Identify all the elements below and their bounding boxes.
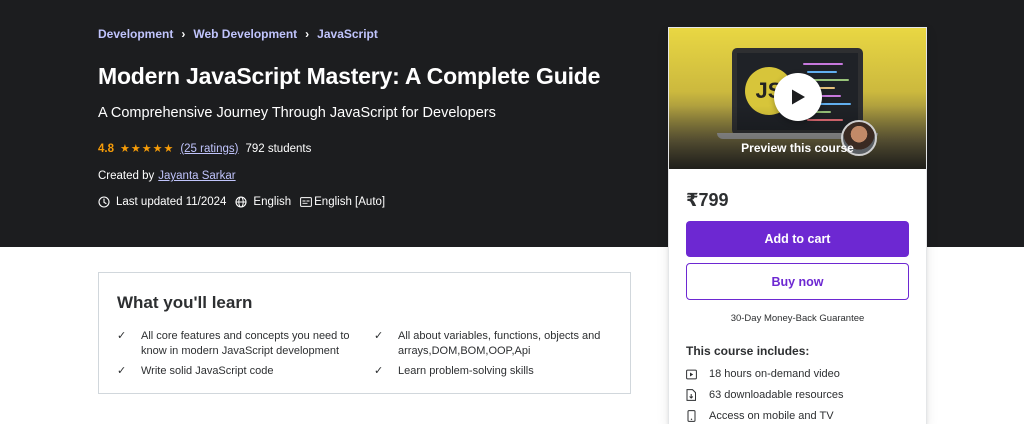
money-back-guarantee: 30-Day Money-Back Guarantee — [730, 313, 865, 324]
purchase-sidebar: JS Preview this course ₹799 Add to cart … — [668, 27, 927, 424]
include-item-mobile: Access on mobile and TV — [686, 410, 834, 422]
breadcrumb-development[interactable]: Development — [98, 27, 173, 41]
include-item-video: 18 hours on-demand video — [686, 368, 840, 380]
learn-item: ✓ Write solid JavaScript code — [117, 364, 367, 379]
breadcrumb-javascript[interactable]: JavaScript — [317, 27, 378, 41]
check-icon: ✓ — [374, 330, 384, 342]
star-rating-icon: ★★★★★ — [120, 143, 175, 155]
play-button[interactable] — [774, 73, 822, 121]
check-icon: ✓ — [117, 330, 127, 342]
include-item-label: Access on mobile and TV — [709, 410, 834, 422]
learn-item-text: All about variables, functions, objects … — [398, 330, 601, 357]
learn-item: ✓ All about variables, functions, object… — [374, 329, 624, 359]
course-subtitle: A Comprehensive Journey Through JavaScri… — [98, 105, 496, 121]
mobile-icon — [687, 410, 696, 422]
ratings-count-link[interactable]: (25 ratings) — [180, 143, 238, 155]
add-to-cart-button[interactable]: Add to cart — [686, 221, 909, 257]
include-item-label: 18 hours on-demand video — [709, 368, 840, 380]
rating-row: 4.8 ★★★★★ (25 ratings) 792 students — [98, 142, 312, 156]
what-you-will-learn: What you'll learn ✓ All core features an… — [98, 272, 631, 394]
course-title: Modern JavaScript Mastery: A Complete Gu… — [98, 63, 601, 89]
buy-now-button[interactable]: Buy now — [686, 263, 909, 300]
learn-item: ✓ All core features and concepts you nee… — [117, 329, 367, 359]
last-updated-text: Last updated 11/2024 — [116, 196, 227, 208]
breadcrumb: Development › Web Development › JavaScri… — [98, 27, 378, 41]
play-icon — [792, 89, 805, 105]
clock-alert-icon — [98, 196, 110, 208]
learn-item-text: Write solid JavaScript code — [141, 365, 274, 377]
last-updated: Last updated 11/2024 — [98, 196, 226, 208]
created-by-label: Created by — [98, 170, 155, 182]
captions-text: English [Auto] — [314, 196, 386, 208]
language: English — [235, 196, 291, 208]
course-meta: Last updated 11/2024 English English [Au… — [98, 196, 394, 208]
chevron-right-icon: › — [181, 27, 186, 41]
language-text: English — [253, 196, 292, 208]
chevron-right-icon: › — [305, 27, 310, 41]
learn-item: ✓ Learn problem-solving skills — [374, 364, 624, 379]
check-icon: ✓ — [374, 365, 384, 377]
learn-item-text: Learn problem-solving skills — [398, 365, 534, 377]
include-item-resources: 63 downloadable resources — [686, 389, 844, 401]
file-download-icon — [686, 389, 696, 401]
include-item-label: 63 downloadable resources — [709, 389, 844, 401]
check-icon: ✓ — [117, 365, 127, 377]
created-by: Created by Jayanta Sarkar — [98, 170, 236, 182]
rating-value: 4.8 — [98, 142, 114, 155]
includes-title: This course includes: — [686, 344, 810, 358]
course-price: ₹799 — [686, 190, 729, 210]
course-preview[interactable]: JS Preview this course — [669, 28, 926, 169]
video-icon — [686, 369, 697, 379]
globe-icon — [235, 196, 247, 208]
learn-title: What you'll learn — [117, 293, 253, 312]
author-link[interactable]: Jayanta Sarkar — [158, 170, 235, 182]
breadcrumb-web-development[interactable]: Web Development — [193, 27, 297, 41]
learn-item-text: All core features and concepts you need … — [141, 330, 350, 357]
closed-captions-icon — [300, 197, 313, 207]
students-count: 792 students — [245, 142, 312, 155]
captions: English [Auto] — [300, 196, 385, 208]
preview-label: Preview this course — [741, 141, 854, 155]
